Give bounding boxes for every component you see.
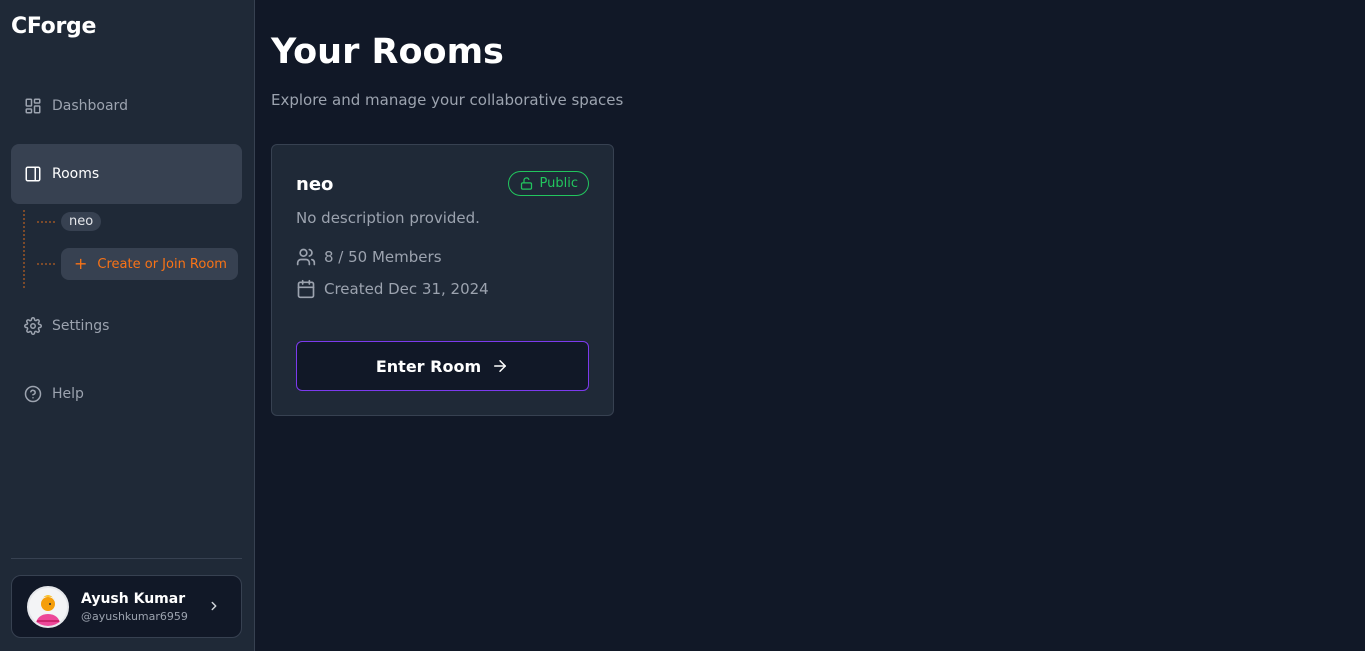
- members-count: 8 / 50 Members: [324, 248, 442, 266]
- enter-room-label: Enter Room: [375, 356, 482, 376]
- user-name: Ayush Kumar: [81, 590, 186, 607]
- subtree-room-row[interactable]: neo: [25, 212, 102, 231]
- help-icon: [23, 384, 43, 404]
- page-subtitle: Explore and manage your collaborative sp…: [271, 91, 624, 109]
- user-handle: @ayushkumar6959: [81, 609, 188, 623]
- room-card: neo Public No description provided. 8 / …: [271, 144, 614, 416]
- calendar-icon: [297, 279, 315, 299]
- sidebar-item-label: Rooms: [52, 166, 100, 182]
- sidebar-item-help[interactable]: Help: [11, 364, 242, 424]
- visibility-label: Public: [539, 176, 578, 191]
- room-chip-neo[interactable]: neo: [61, 212, 102, 231]
- plus-icon: +: [74, 254, 88, 273]
- chevron-right-icon: [207, 598, 221, 617]
- members-row: 8 / 50 Members: [296, 247, 442, 267]
- sidebar-item-rooms[interactable]: Rooms: [11, 144, 242, 204]
- room-name: neo: [296, 174, 334, 195]
- created-row: Created Dec 31, 2024: [296, 279, 489, 299]
- create-room-label: Create or Join Room: [97, 256, 227, 272]
- enter-room-button[interactable]: Enter Room: [296, 341, 589, 391]
- sidebar-item-label: Help: [52, 386, 84, 402]
- room-description: No description provided.: [296, 209, 480, 227]
- main-content: Your Rooms Explore and manage your colla…: [255, 0, 1365, 651]
- sidebar-item-settings[interactable]: Settings: [11, 296, 242, 356]
- tree-connector: [37, 263, 55, 265]
- sidebar-item-label: Dashboard: [52, 98, 128, 114]
- tree-connector: [37, 220, 55, 223]
- user-info: Ayush Kumar @ayushkumar6959: [81, 591, 188, 623]
- sidebar-divider: [11, 558, 242, 559]
- rooms-icon: [23, 164, 43, 184]
- sidebar-item-label: Settings: [52, 318, 110, 334]
- rooms-subtree: neo + Create or Join Room: [23, 210, 242, 288]
- sidebar: CForge Dashboard Rooms neo + Create or J…: [0, 0, 255, 651]
- user-profile-card[interactable]: Ayush Kumar @ayushkumar6959: [11, 575, 242, 638]
- sidebar-item-dashboard[interactable]: Dashboard: [11, 76, 242, 136]
- arrow-right-icon: [494, 360, 507, 372]
- dashboard-icon: [23, 96, 43, 116]
- gear-icon: [23, 316, 43, 336]
- visibility-badge: Public: [507, 171, 589, 196]
- create-or-join-room-button[interactable]: + Create or Join Room: [61, 248, 238, 280]
- subtree-create-row: + Create or Join Room: [25, 248, 238, 280]
- users-icon: [296, 248, 316, 266]
- unlock-icon: [520, 177, 532, 190]
- page-title: Your Rooms: [271, 32, 504, 72]
- avatar: [27, 585, 69, 628]
- app-logo-text: CForge: [11, 14, 97, 39]
- app-root: CForge Dashboard Rooms neo + Create or J…: [0, 0, 1365, 651]
- created-date: Created Dec 31, 2024: [324, 280, 489, 298]
